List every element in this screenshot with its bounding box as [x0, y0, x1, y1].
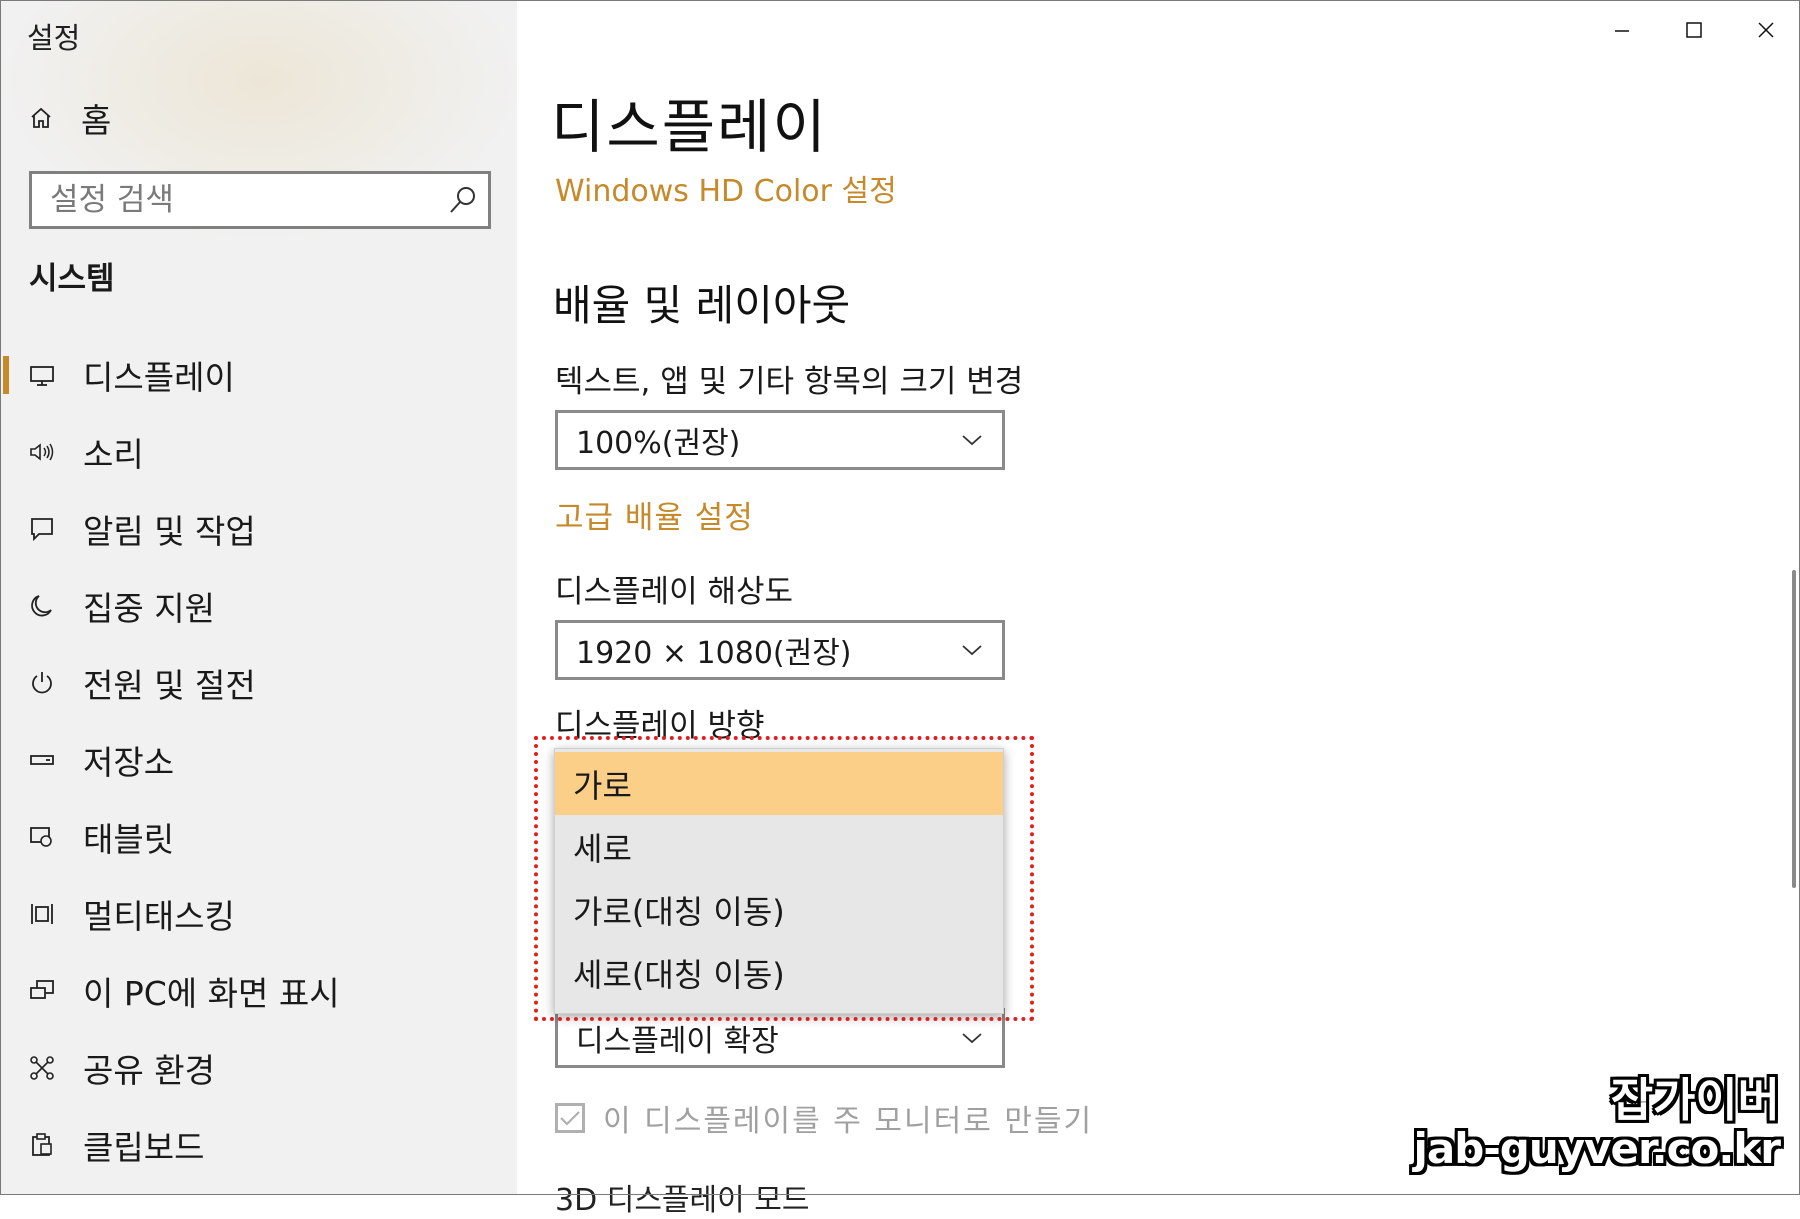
sidebar-item-power[interactable]: 전원 및 절전	[1, 644, 517, 721]
watermark-title: 잡가이버	[1610, 1073, 1780, 1127]
chevron-down-icon	[942, 433, 1002, 447]
moon-icon	[27, 591, 57, 621]
search-box[interactable]	[29, 171, 491, 229]
sidebar-item-multitasking[interactable]: 멀티태스킹	[1, 875, 517, 952]
multiple-displays-value: 디스플레이 확장	[576, 1024, 779, 1059]
page-title: 디스플레이	[551, 93, 828, 161]
chevron-down-icon	[942, 643, 1002, 657]
watermark-url: jab-guyver.co.kr	[1413, 1124, 1781, 1173]
chevron-down-icon	[942, 1031, 1002, 1045]
scrollbar[interactable]	[1792, 570, 1796, 888]
sidebar-item-label: 이 PC에 화면 표시	[83, 973, 340, 1013]
project-icon	[27, 976, 57, 1006]
sidebar-item-shared[interactable]: 공유 환경	[1, 1029, 517, 1106]
resolution-label: 디스플레이 해상도	[555, 574, 794, 610]
home-label: 홈	[81, 101, 112, 140]
main-content: 디스플레이 Windows HD Color 설정 배율 및 레이아웃 텍스트,…	[517, 0, 1800, 1218]
scale-value: 100%(권장)	[576, 426, 741, 461]
sidebar-item-focus-assist[interactable]: 집중 지원	[1, 567, 517, 644]
orientation-label: 디스플레이 방향	[555, 708, 765, 744]
maximize-button[interactable]	[1669, 10, 1719, 50]
clipboard-icon	[27, 1130, 57, 1160]
home-icon	[27, 104, 55, 132]
3d-display-heading: 3D 디스플레이 모드	[555, 1183, 810, 1218]
shared-icon	[27, 1053, 57, 1083]
scale-layout-heading: 배율 및 레이아웃	[553, 281, 851, 330]
search-icon[interactable]	[443, 178, 482, 222]
resolution-dropdown[interactable]: 1920 × 1080(권장)	[555, 620, 1005, 680]
sidebar-item-label: 디스플레이	[83, 357, 235, 397]
sidebar-item-label: 저장소	[83, 742, 175, 782]
multitasking-icon	[27, 899, 57, 929]
sidebar-item-label: 소리	[83, 434, 144, 474]
sidebar-item-label: 클립보드	[83, 1127, 205, 1167]
sidebar-item-notifications[interactable]: 알림 및 작업	[1, 490, 517, 567]
scale-dropdown[interactable]: 100%(권장)	[555, 410, 1005, 470]
sidebar-item-label: 태블릿	[83, 819, 175, 859]
maximize-icon	[1686, 22, 1702, 38]
minimize-icon	[1615, 30, 1629, 32]
sidebar-item-display[interactable]: 디스플레이	[1, 336, 517, 413]
orientation-option-portrait[interactable]: 세로	[555, 815, 1003, 878]
sidebar-item-clipboard[interactable]: 클립보드	[1, 1106, 517, 1183]
orientation-option-portrait-flipped[interactable]: 세로(대칭 이동)	[555, 941, 1003, 1004]
sidebar-item-label: 전원 및 절전	[83, 665, 256, 705]
search-input[interactable]	[32, 173, 443, 227]
close-icon	[1758, 22, 1774, 38]
main-monitor-checkbox[interactable]	[555, 1103, 585, 1133]
main-monitor-label: 이 디스플레이를 주 모니터로 만들기	[603, 1104, 1094, 1139]
notification-icon	[27, 514, 57, 544]
minimize-button[interactable]	[1597, 10, 1647, 50]
tablet-icon	[27, 822, 57, 852]
checkmark-icon	[560, 1111, 580, 1126]
section-title: 시스템	[29, 261, 115, 297]
sidebar-item-label: 알림 및 작업	[83, 511, 256, 551]
orientation-option-landscape-flipped[interactable]: 가로(대칭 이동)	[555, 878, 1003, 941]
power-icon	[27, 668, 57, 698]
active-indicator	[3, 356, 9, 394]
sidebar-item-sound[interactable]: 소리	[1, 413, 517, 490]
resolution-value: 1920 × 1080(권장)	[576, 636, 852, 671]
scale-label: 텍스트, 앱 및 기타 항목의 크기 변경	[555, 364, 1024, 400]
hd-color-link[interactable]: Windows HD Color 설정	[555, 166, 897, 210]
multiple-displays-dropdown[interactable]: 디스플레이 확장	[555, 1008, 1005, 1068]
sidebar-item-storage[interactable]: 저장소	[1, 721, 517, 798]
sidebar-item-tablet[interactable]: 태블릿	[1, 798, 517, 875]
storage-icon	[27, 745, 57, 775]
sidebar: 설정 홈 시스템 디스플레이 소리	[1, 1, 517, 1194]
main-monitor-option[interactable]: 이 디스플레이를 주 모니터로 만들기	[555, 1096, 1093, 1140]
sidebar-item-project[interactable]: 이 PC에 화면 표시	[1, 952, 517, 1029]
orientation-dropdown-list[interactable]: 가로 세로 가로(대칭 이동) 세로(대칭 이동)	[554, 748, 1004, 1014]
sidebar-nav: 디스플레이 소리 알림 및 작업 집중 지원 전원 및 절전 저장소 태블릿 멀…	[1, 336, 517, 1183]
home-nav-item[interactable]: 홈	[27, 93, 487, 143]
close-button[interactable]	[1741, 10, 1791, 50]
advanced-scaling-link[interactable]: 고급 배율 설정	[555, 492, 754, 537]
sidebar-item-label: 멀티태스킹	[83, 896, 235, 936]
sidebar-item-label: 집중 지원	[83, 588, 215, 628]
sidebar-item-label: 공유 환경	[83, 1050, 215, 1090]
orientation-option-landscape[interactable]: 가로	[555, 752, 1003, 815]
speaker-icon	[27, 437, 57, 467]
monitor-icon	[27, 360, 57, 390]
app-title: 설정	[27, 21, 81, 55]
